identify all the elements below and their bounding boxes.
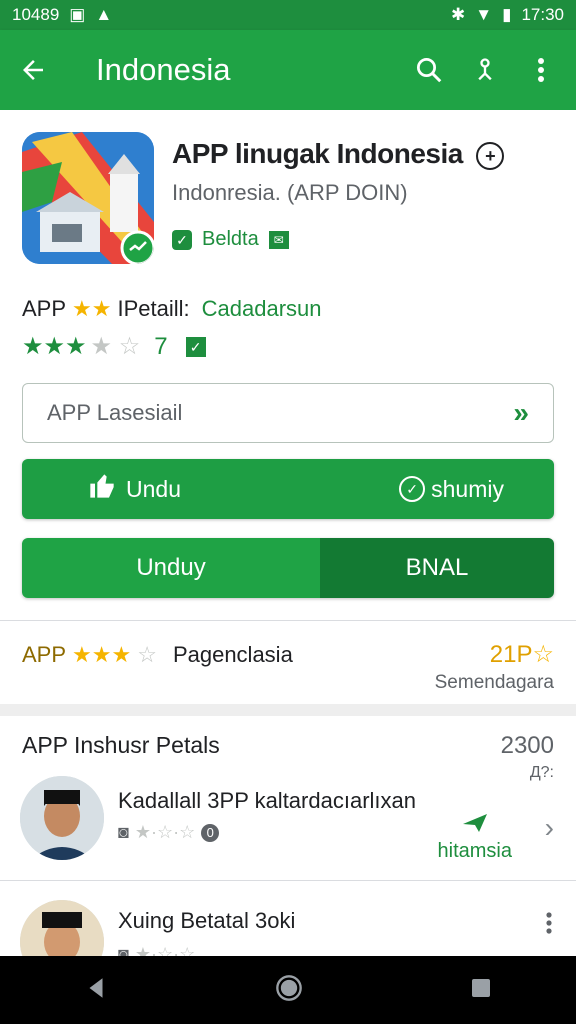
- download-button-label: Undu: [126, 475, 181, 502]
- check-icon: ✓: [185, 336, 206, 357]
- nav-recents-icon[interactable]: [469, 976, 493, 1005]
- download-button[interactable]: Undu ✓ shumiy: [22, 459, 554, 519]
- app-subtitle: Indonresia. (ARP DOIN): [172, 180, 408, 205]
- summary-left: APP ★★★ ☆ Pagenclasia: [22, 642, 293, 668]
- star-rating: ★★★ ★ ☆ 7 ✓: [22, 332, 206, 361]
- app-icon: [22, 132, 154, 264]
- star-empty-icon: ☆: [137, 642, 157, 667]
- search-icon[interactable]: [410, 51, 448, 89]
- status-time-right: 17:30: [521, 5, 564, 24]
- more-icon[interactable]: [546, 912, 552, 939]
- app-title: APP linugak Indonesia +: [172, 138, 505, 170]
- summary-sub: Semendagara: [434, 672, 554, 693]
- search-field[interactable]: APP Lasesiail »: [22, 383, 554, 443]
- star-icon: ★★: [72, 296, 112, 321]
- summary-label: Pagenclasia: [172, 642, 293, 667]
- reviews-section: APP Inshusr Petals 2300 Д?: Kadallall 3P…: [0, 716, 576, 984]
- back-icon[interactable]: [16, 53, 50, 87]
- nav-back-icon[interactable]: [83, 975, 109, 1006]
- summary-count: 21P☆: [489, 641, 554, 668]
- info-icon[interactable]: +: [476, 141, 505, 170]
- secondary-button-label: shumiy: [431, 475, 504, 502]
- star-icon: ☆: [532, 641, 554, 668]
- verified-icon: ✓: [172, 229, 192, 250]
- review-item[interactable]: Kadallall 3PP kaltardacıarlıxan ◙ ★·☆·☆ …: [0, 776, 576, 880]
- mail-icon: ✉: [268, 230, 289, 249]
- app-badge-label: Beldta: [202, 228, 259, 250]
- final-button[interactable]: BNAL: [320, 538, 554, 598]
- status-bar: 10489 ▣ ▲ ✱ ▼ ▮ 17:30: [0, 0, 576, 30]
- nav-home-icon[interactable]: [275, 974, 303, 1007]
- notification-icon: ▣: [69, 5, 86, 24]
- rating-detail: IPetaill:: [117, 296, 190, 321]
- thumbs-up-icon: [88, 472, 116, 506]
- rating-category[interactable]: Cadadarsun: [202, 296, 322, 322]
- alert-icon: ▲: [95, 5, 113, 24]
- summary-app: APP: [22, 642, 67, 667]
- review-tag: hitamsia: [438, 812, 512, 863]
- check-circle-icon: ✓: [399, 476, 426, 502]
- search-field-placeholder: APP Lasesiail: [47, 400, 183, 425]
- star-icon: ★★★: [22, 333, 87, 360]
- section-gap: [0, 704, 576, 716]
- divider: [0, 880, 576, 881]
- wifi-icon: ▼: [475, 5, 493, 24]
- bluetooth-icon: ✱: [451, 5, 466, 24]
- rating-count: 7: [154, 332, 168, 360]
- share-icon[interactable]: [466, 51, 504, 89]
- rating-app-label: APP: [22, 296, 67, 321]
- reviews-count: 2300: [500, 732, 554, 759]
- page-title: Indonesia: [96, 52, 231, 87]
- more-icon[interactable]: [522, 51, 560, 89]
- rating-summary[interactable]: APP ★★★ ☆ Pagenclasia 21P☆ Semendagara: [0, 620, 576, 704]
- review-author: Kadallall 3PP kaltardacıarlıxan: [118, 788, 416, 813]
- chevron-right-icon[interactable]: ›: [545, 812, 554, 844]
- status-time-left: 10489: [12, 5, 60, 24]
- battery-icon: ▮: [502, 5, 512, 24]
- review-meta-count: 0: [201, 823, 220, 842]
- app-header: APP linugak Indonesia + Indonresia. (ARP…: [0, 110, 576, 620]
- star-empty-icon: ★ ☆: [90, 333, 141, 360]
- install-button[interactable]: Unduy: [22, 538, 320, 598]
- double-chevron-icon[interactable]: »: [513, 397, 529, 429]
- review-author: Xuing Betatal 3oki: [118, 908, 296, 933]
- plane-icon: [438, 812, 512, 840]
- system-nav-bar: [0, 956, 576, 1024]
- clock-icon: ◙: [118, 822, 129, 842]
- star-icon: ★★★: [72, 642, 132, 667]
- star-empty-icon: ★·☆·☆: [134, 822, 196, 842]
- rating-row: APP ★★ IPetaill: Cadadarsun: [22, 296, 322, 322]
- review-item[interactable]: Xuing Betatal 3oki ◙ ★·☆·☆: [0, 900, 576, 984]
- split-button: Unduy BNAL: [22, 538, 554, 598]
- avatar: [20, 776, 104, 860]
- app-bar: Indonesia: [0, 30, 576, 110]
- review-meta: ◙ ★·☆·☆ 0: [118, 822, 220, 843]
- app-badge-row: ✓ Beldta ✉: [172, 228, 289, 251]
- review-tag-label: hitamsia: [437, 840, 512, 862]
- reviews-title: APP Inshusr Petals: [22, 732, 220, 758]
